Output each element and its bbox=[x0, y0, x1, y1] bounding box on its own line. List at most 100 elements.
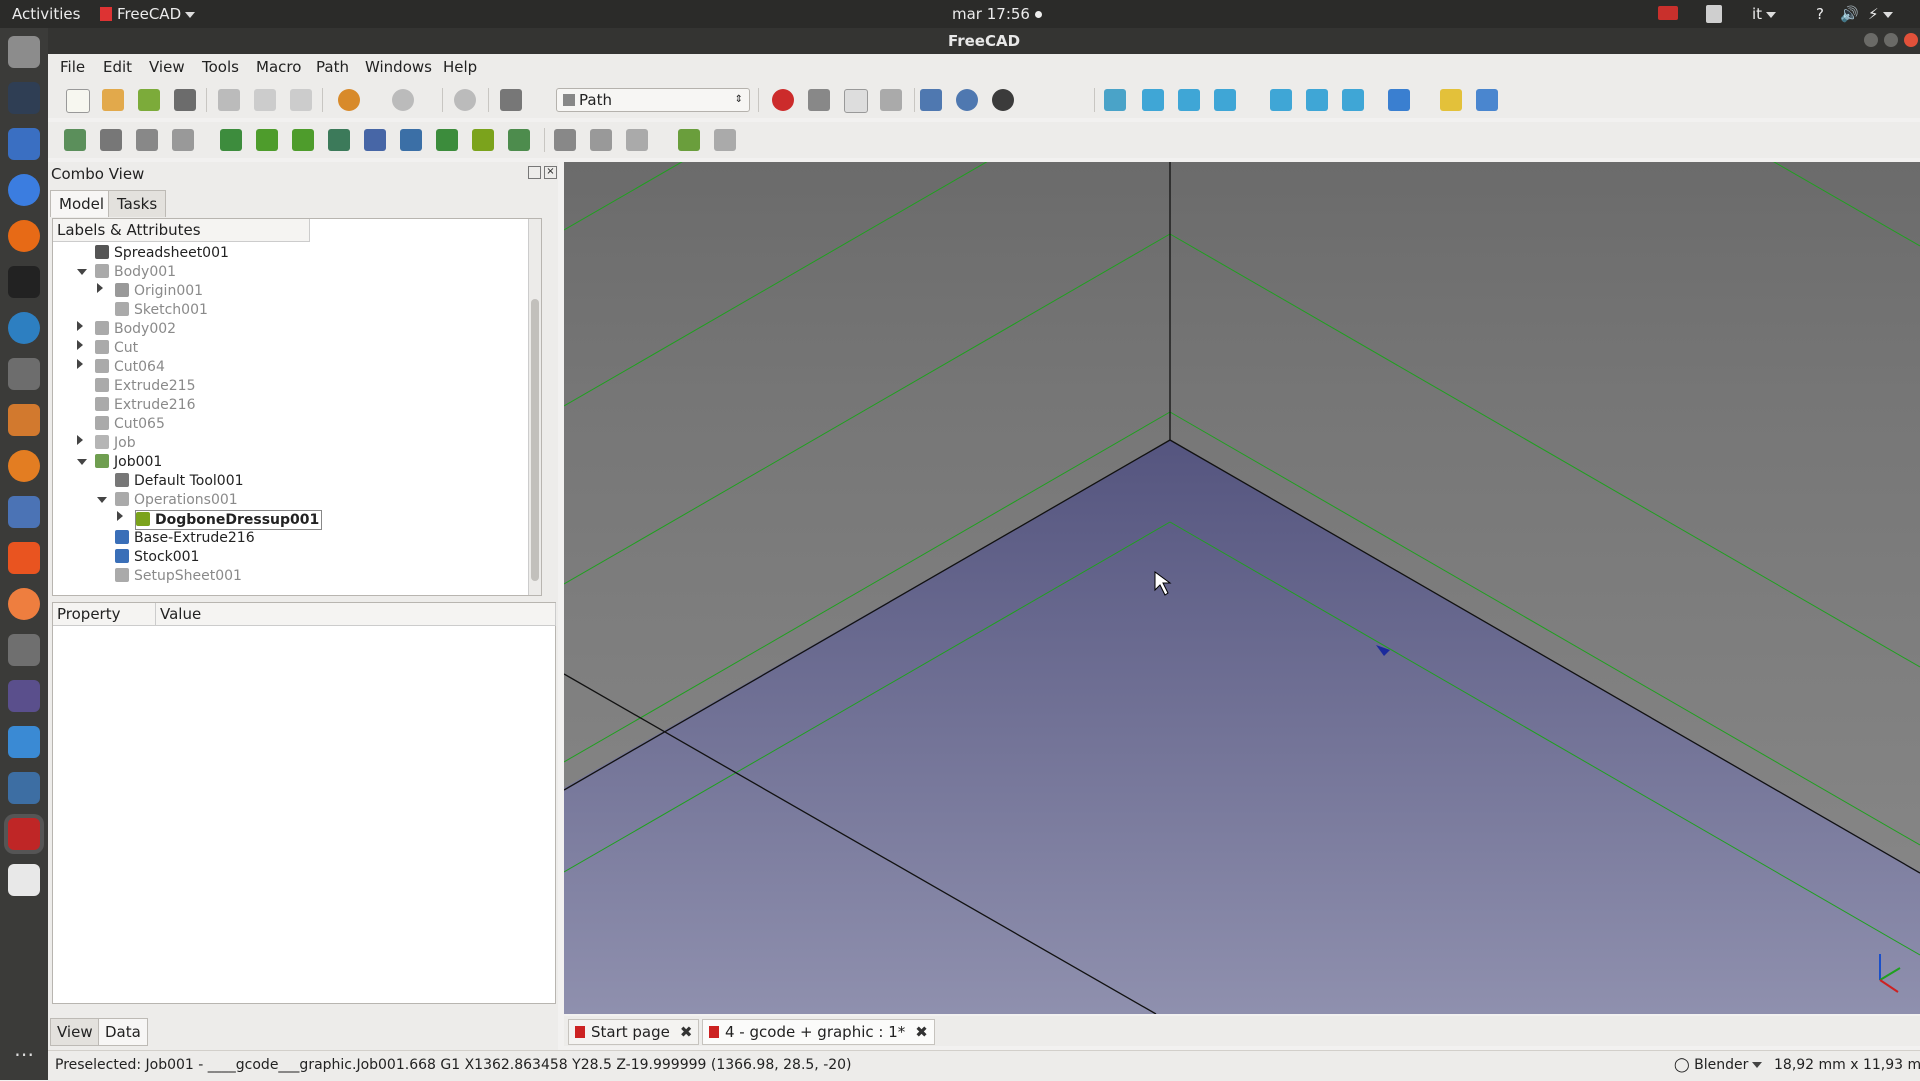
tree-item[interactable]: Extrude215 bbox=[95, 377, 195, 395]
view-right-icon[interactable] bbox=[1214, 89, 1236, 111]
tree-item[interactable]: Spreadsheet001 bbox=[95, 244, 229, 262]
undo-icon[interactable] bbox=[338, 89, 360, 111]
collapsed-arrow-icon[interactable] bbox=[77, 359, 83, 369]
video-editor-icon[interactable] bbox=[8, 680, 40, 712]
blender-icon[interactable] bbox=[8, 450, 40, 482]
menu-help[interactable]: Help bbox=[443, 58, 477, 76]
print-icon[interactable] bbox=[174, 89, 196, 111]
dressup-icon[interactable] bbox=[472, 129, 494, 151]
view-isometric-icon[interactable] bbox=[1104, 89, 1126, 111]
chromium-icon[interactable] bbox=[8, 174, 40, 206]
writer-icon[interactable] bbox=[8, 128, 40, 160]
help-icon[interactable]: ? bbox=[1816, 5, 1824, 23]
menu-tools[interactable]: Tools bbox=[202, 58, 239, 76]
view-front-icon[interactable] bbox=[1142, 89, 1164, 111]
expand-arrow-icon[interactable] bbox=[97, 497, 107, 503]
terminal-icon[interactable] bbox=[8, 266, 40, 298]
collapsed-arrow-icon[interactable] bbox=[97, 283, 103, 293]
face-icon[interactable] bbox=[328, 129, 350, 151]
tree-item[interactable]: Origin001 bbox=[115, 282, 203, 300]
collapsed-arrow-icon[interactable] bbox=[77, 321, 83, 331]
part-icon[interactable] bbox=[1440, 89, 1462, 111]
tree-item[interactable]: Body002 bbox=[95, 320, 176, 338]
open-folder-icon[interactable] bbox=[102, 89, 124, 111]
input-source-menu[interactable]: it bbox=[1752, 5, 1777, 23]
inspect-icon[interactable] bbox=[136, 129, 158, 151]
run-macro-icon[interactable] bbox=[880, 89, 902, 111]
menu-file[interactable]: File bbox=[60, 58, 85, 76]
helix-icon[interactable] bbox=[400, 129, 422, 151]
drawing-icon[interactable] bbox=[8, 404, 40, 436]
refresh-icon[interactable] bbox=[454, 89, 476, 111]
activities-button[interactable]: Activities bbox=[12, 5, 80, 23]
view-left-icon[interactable] bbox=[1342, 89, 1364, 111]
fit-all-icon[interactable] bbox=[920, 89, 942, 111]
clock[interactable]: mar 17:56 bbox=[952, 5, 1042, 23]
freecad-icon[interactable] bbox=[8, 818, 40, 850]
close-panel-icon[interactable]: × bbox=[544, 166, 557, 179]
tree-item[interactable]: Base-Extrude216 bbox=[115, 529, 255, 547]
transfer-icon[interactable] bbox=[8, 726, 40, 758]
software-center-icon[interactable] bbox=[8, 542, 40, 574]
gimp-icon[interactable] bbox=[8, 358, 40, 390]
tree-item[interactable]: Job001 bbox=[95, 453, 162, 471]
draw-style-icon[interactable] bbox=[992, 89, 1014, 111]
engrave-icon[interactable] bbox=[436, 129, 458, 151]
app-menu[interactable]: FreeCAD bbox=[100, 5, 196, 23]
tree-item-selected[interactable]: DogboneDressup001 bbox=[135, 510, 323, 530]
menu-path[interactable]: Path bbox=[316, 58, 349, 76]
stack-icon[interactable] bbox=[590, 129, 612, 151]
undock-icon[interactable] bbox=[528, 166, 541, 179]
minimize-icon[interactable] bbox=[1864, 33, 1878, 47]
expand-arrow-icon[interactable] bbox=[77, 269, 87, 275]
show-applications-icon[interactable]: ⋯ bbox=[8, 1038, 40, 1070]
tree-item[interactable]: Operations001 bbox=[115, 491, 238, 509]
camera-icon[interactable] bbox=[8, 634, 40, 666]
tree-item[interactable]: Extrude216 bbox=[95, 396, 195, 414]
tree-item[interactable]: Stock001 bbox=[115, 548, 199, 566]
scrollbar-thumb[interactable] bbox=[531, 299, 539, 581]
tree-item[interactable]: Default Tool001 bbox=[115, 472, 244, 490]
firefox-icon[interactable] bbox=[8, 220, 40, 252]
array-icon[interactable] bbox=[554, 129, 576, 151]
tree-item[interactable]: Cut064 bbox=[95, 358, 165, 376]
virtualbox-icon[interactable] bbox=[8, 772, 40, 804]
view-rear-icon[interactable] bbox=[1270, 89, 1292, 111]
tab-view[interactable]: View bbox=[50, 1018, 100, 1046]
tab-data[interactable]: Data bbox=[98, 1018, 148, 1046]
clipboard-icon[interactable] bbox=[1706, 5, 1722, 23]
tree-item[interactable]: Sketch001 bbox=[115, 301, 208, 319]
tree-item[interactable]: Cut065 bbox=[95, 415, 165, 433]
editor-icon[interactable] bbox=[8, 312, 40, 344]
menu-macro[interactable]: Macro bbox=[256, 58, 301, 76]
pocket-icon[interactable] bbox=[256, 129, 278, 151]
files-icon[interactable] bbox=[8, 36, 40, 68]
volume-icon[interactable]: 🔊 bbox=[1840, 5, 1859, 23]
edit-macro-icon[interactable] bbox=[844, 89, 868, 113]
tree-scrollbar[interactable] bbox=[528, 219, 541, 595]
view-top-icon[interactable] bbox=[1178, 89, 1200, 111]
fit-selection-icon[interactable] bbox=[956, 89, 978, 111]
tree-item[interactable]: Cut bbox=[95, 339, 138, 357]
workbench-selector[interactable]: Path ⇕ bbox=[556, 88, 750, 112]
tab-tasks[interactable]: Tasks bbox=[108, 190, 167, 217]
custom-icon[interactable] bbox=[714, 129, 736, 151]
maximize-icon[interactable] bbox=[1884, 33, 1898, 47]
save-icon[interactable] bbox=[138, 89, 160, 111]
navigation-style-menu[interactable]: ◯ Blender bbox=[1674, 1057, 1763, 1073]
measure-icon[interactable] bbox=[1388, 89, 1410, 111]
collapsed-arrow-icon[interactable] bbox=[77, 340, 83, 350]
close-icon[interactable] bbox=[1904, 33, 1918, 47]
simulator-icon[interactable] bbox=[172, 129, 194, 151]
tree-item[interactable]: Job bbox=[95, 434, 136, 452]
new-document-icon[interactable] bbox=[66, 89, 90, 113]
3d-viewport[interactable] bbox=[564, 162, 1920, 1014]
text-editor-icon[interactable] bbox=[8, 864, 40, 896]
deburr-icon[interactable] bbox=[508, 129, 530, 151]
collapsed-arrow-icon[interactable] bbox=[117, 511, 123, 521]
paste-icon[interactable] bbox=[290, 89, 312, 111]
post-process-icon[interactable] bbox=[100, 129, 122, 151]
whats-this-icon[interactable] bbox=[500, 89, 522, 111]
redo-icon[interactable] bbox=[392, 89, 414, 111]
group-icon[interactable] bbox=[1476, 89, 1498, 111]
